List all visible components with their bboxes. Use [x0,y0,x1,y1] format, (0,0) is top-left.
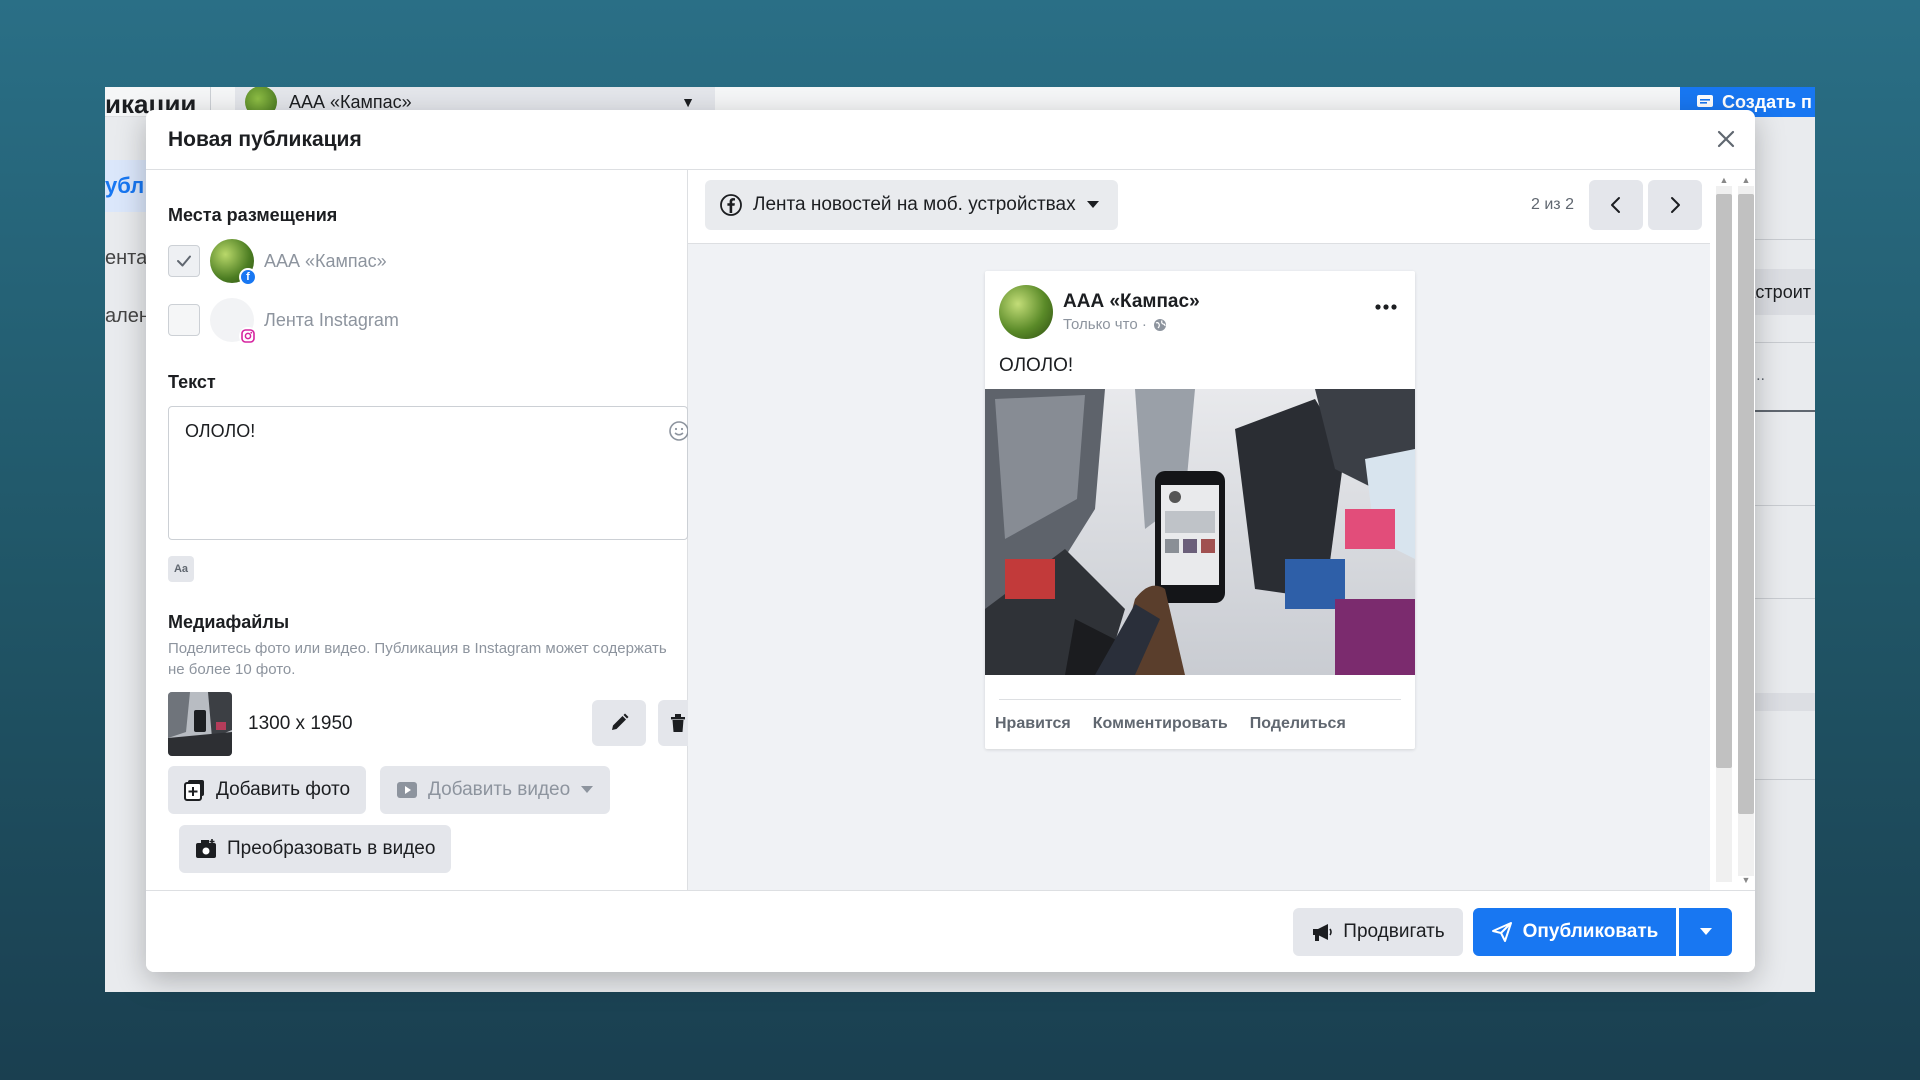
add-video-button[interactable]: Добавить видео [380,766,611,814]
placement-instagram[interactable]: Лента Instagram [168,298,399,345]
previous-preview-button[interactable] [1589,180,1643,230]
left-nav-item-label: ента [105,247,148,269]
outer-scroll-track[interactable] [1738,186,1754,876]
placement-label: ААА «Кампас» [264,250,387,271]
modal-footer: Продвигать Опубликовать [146,890,1755,972]
promote-button[interactable]: Продвигать [1293,908,1463,956]
post-time-label: Только что · [1063,316,1147,333]
media-description-line: не более 10 фото. [168,661,296,678]
text-format-button[interactable]: Aa [168,556,194,582]
divider [1745,779,1815,780]
composer-content: f ААА «Кампас» Лента Instagram Текст ОЛО… [146,110,698,890]
inner-scroll-thumb[interactable] [1716,194,1732,768]
add-video-label: Добавить видео [428,779,571,800]
placement-checkbox[interactable] [168,304,200,336]
text-label: Текст [168,372,216,392]
caret-down-icon [1086,201,1099,208]
divider [1745,342,1815,343]
page-avatar: f [210,239,257,286]
preview-panel: Лента новостей на моб. устройствах 2 из … [688,170,1755,890]
media-description-line: Поделитесь фото или видео. Публикация в … [168,640,667,657]
chevron-right-icon [1671,197,1680,213]
more-icon [1375,304,1397,310]
preview-pager: 2 из 2 [1531,196,1574,213]
megaphone-icon [1313,924,1333,941]
like-action[interactable]: Нравится [995,715,1071,733]
scroll-up-icon[interactable]: ▲ [1716,174,1732,186]
post-timestamp: Только что · [1063,316,1167,333]
instagram-icon [239,327,257,345]
send-icon [1491,922,1512,942]
placement-checkbox[interactable] [168,245,200,277]
post-divider [999,699,1401,700]
left-nav-item-calendar[interactable]: ален [105,305,150,328]
instagram-avatar [210,298,257,345]
publish-label: Опубликовать [1522,921,1659,942]
post-page-avatar [999,285,1053,339]
media-description: Поделитесь фото или видео. Публикация в … [168,638,688,680]
post-text: ОЛОЛО! [999,355,1074,376]
text-format-icon: Aa [173,563,189,575]
caret-down-icon [581,786,594,793]
comment-action[interactable]: Комментировать [1093,715,1228,733]
message-icon [1697,95,1713,107]
close-button[interactable] [1711,124,1741,154]
caret-down-icon: ▼ [681,94,695,110]
edit-media-button[interactable] [592,700,646,746]
media-label: Медиафайлы [168,612,290,632]
post-page-name: ААА «Кампас» [1063,291,1200,312]
trash-icon [671,714,685,732]
video-icon [397,782,417,798]
add-photo-label: Добавить фото [216,779,351,800]
pencil-icon [612,713,629,730]
next-preview-button[interactable] [1648,180,1702,230]
divider [1745,410,1815,412]
preview-scrollbars: ▲ ▲ ▼ [1710,170,1755,890]
camera-plus-icon [196,839,216,858]
settings-button[interactable]: астроит [1745,269,1815,315]
share-action[interactable]: Поделиться [1250,715,1346,733]
preview-toolbar: Лента новостей на моб. устройствах 2 из … [688,170,1710,244]
caret-down-icon [1699,928,1712,935]
media-dimensions: 1300 x 1950 [248,713,353,734]
scroll-down-icon[interactable]: ▼ [1738,874,1754,886]
publish-options-button[interactable] [1679,908,1732,956]
preview-placement-label: Лента новостей на моб. устройствах [753,194,1076,215]
preview-placement-select[interactable]: Лента новостей на моб. устройствах [705,180,1118,230]
photo-thumbnail-icon [168,692,232,756]
post-text-value: ОЛОЛО! [185,421,256,441]
post-image [985,389,1415,675]
post-preview-card: ААА «Кампас» Только что · ОЛОЛО! Нравитс… [985,271,1415,749]
placement-label: Лента Instagram [264,309,399,330]
facebook-icon: f [239,268,257,286]
convert-to-video-label: Преобразовать в видео [227,838,436,859]
settings-button-label: астроит [1745,281,1811,302]
promote-label: Продвигать [1343,921,1445,942]
scroll-up-icon[interactable]: ▲ [1738,174,1754,186]
placement-facebook[interactable]: f ААА «Кампас» [168,239,387,286]
divider [1745,239,1815,240]
facebook-icon [720,194,742,216]
chevron-left-icon [1611,197,1620,213]
media-thumbnail[interactable] [168,692,232,756]
divider [1745,598,1815,599]
divider [1745,693,1815,711]
add-photo-icon [184,780,204,801]
convert-to-video-button[interactable]: Преобразовать в видео [179,825,452,873]
add-photo-button[interactable]: Добавить фото [168,766,367,814]
post-more-button[interactable] [1371,297,1401,317]
close-icon [1717,130,1735,148]
divider [1745,505,1815,506]
left-nav-publications-label: убл [105,173,145,198]
media-file-row: 1300 x 1950 [168,692,698,756]
post-actions: Нравится Комментировать Поделиться [995,715,1346,733]
left-nav-item-feed[interactable]: ента [105,247,147,270]
left-nav-item-label: ален [105,305,150,327]
outer-scroll-thumb[interactable] [1738,194,1754,814]
globe-icon [1153,318,1166,331]
post-text-input[interactable]: ОЛОЛО! [168,406,689,540]
inner-scroll-track[interactable] [1716,186,1732,882]
publish-button[interactable]: Опубликовать [1473,908,1676,956]
checkmark-icon [177,255,191,267]
